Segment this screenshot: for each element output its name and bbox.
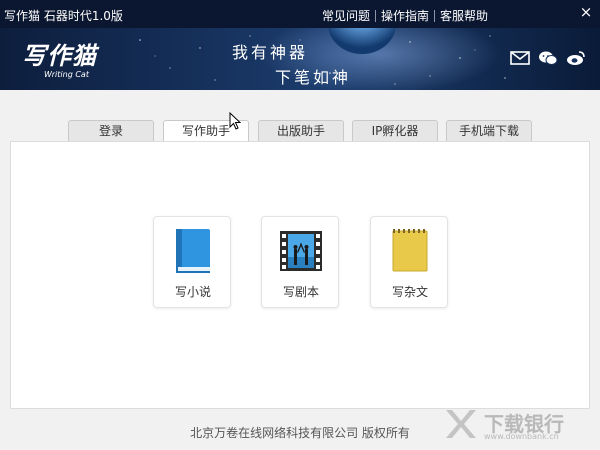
- logo-text: 写作猫: [22, 41, 97, 70]
- close-button[interactable]: ×: [578, 4, 594, 20]
- link-divider: [375, 9, 377, 22]
- tab-publishing-assistant[interactable]: 出版助手: [258, 120, 344, 142]
- weibo-icon[interactable]: [566, 50, 586, 66]
- tab-label: 登录: [98, 124, 123, 138]
- link-divider: [434, 9, 436, 22]
- close-icon: ×: [579, 3, 593, 21]
- write-script-button[interactable]: 写剧本: [261, 216, 339, 308]
- tab-login[interactable]: 登录: [68, 120, 154, 142]
- tab-label: 手机端下载: [458, 124, 519, 138]
- guide-link[interactable]: 操作指南: [377, 7, 433, 24]
- film-strip-icon: [280, 231, 322, 271]
- slogan-line-2: 下笔如神: [275, 68, 352, 87]
- support-link[interactable]: 客服帮助: [436, 7, 492, 24]
- wechat-icon[interactable]: [538, 50, 558, 66]
- content-panel: 写小说 写剧本 写杂文: [10, 141, 590, 409]
- tab-mobile-download[interactable]: 手机端下载: [446, 120, 532, 142]
- tab-bar: 登录 写作助手 出版助手 IP孵化器 手机端下载: [0, 90, 600, 143]
- top-links: 常见问题 操作指南 客服帮助: [318, 7, 492, 24]
- tab-ip-incubator[interactable]: IP孵化器: [352, 120, 438, 142]
- card-label: 写杂文: [391, 285, 428, 299]
- slogan-line-1: 我有神器: [232, 43, 309, 62]
- tab-label: 写作助手: [181, 124, 230, 138]
- card-label: 写小说: [174, 285, 211, 299]
- header-banner: 写作猫 Writing Cat 我有神器 下笔如神: [0, 28, 600, 90]
- blue-book-icon: [176, 229, 210, 273]
- mouse-cursor-icon: [229, 112, 241, 130]
- faq-link[interactable]: 常见问题: [318, 7, 374, 24]
- logo-subtitle: Writing Cat: [44, 70, 89, 79]
- tab-label: 出版助手: [276, 124, 325, 138]
- writing-cat-logo: 写作猫 Writing Cat: [10, 34, 120, 84]
- tab-label: IP孵化器: [371, 124, 419, 138]
- write-novel-button[interactable]: 写小说: [153, 216, 231, 308]
- site-watermark: 下载银行 www.downbank.cn: [444, 404, 594, 444]
- mail-icon[interactable]: [510, 50, 530, 66]
- app-title: 写作猫 石器时代1.0版: [4, 9, 123, 23]
- write-essay-button[interactable]: 写杂文: [370, 216, 448, 308]
- title-bar: 写作猫 石器时代1.0版 常见问题 操作指南 客服帮助 ×: [0, 0, 600, 28]
- watermark-url: www.downbank.cn: [484, 432, 559, 441]
- watermark-logo-icon: [446, 410, 476, 438]
- yellow-notebook-icon: [392, 229, 428, 272]
- card-label: 写剧本: [282, 285, 319, 299]
